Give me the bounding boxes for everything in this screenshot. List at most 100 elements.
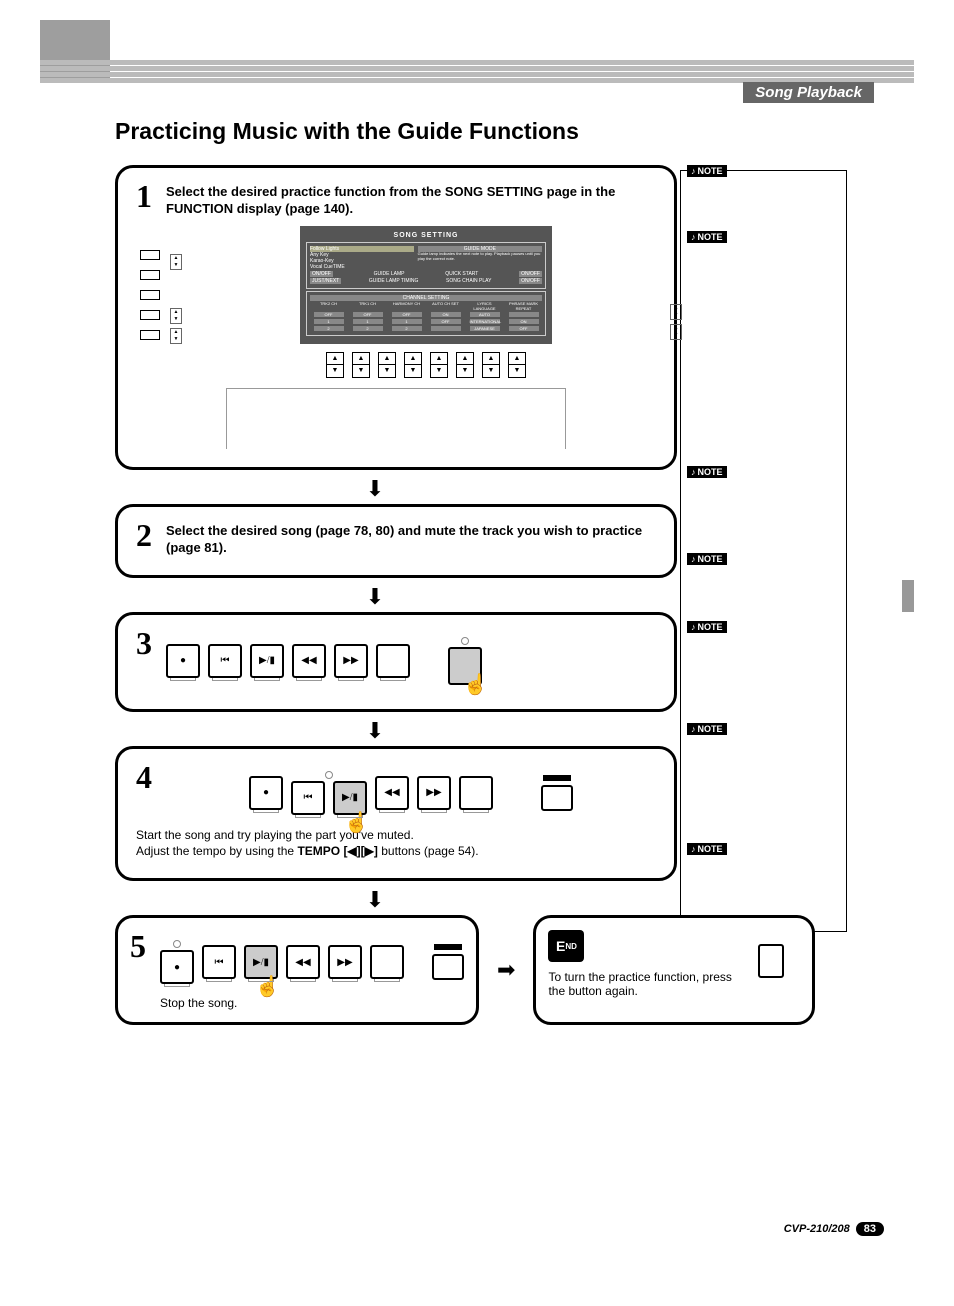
header-bands (40, 60, 914, 84)
rew-button: ◀◀ (292, 644, 326, 678)
blank-button (376, 644, 410, 678)
channel-row: 1 1 1 OFF INTERNATIONAL ON (310, 318, 542, 325)
top-button: ⏮ (291, 781, 325, 815)
channel-headers: TRK2 CH TRK1 CH HARMONY CH AUTO CH SET L… (310, 301, 542, 311)
up-down-button: ▲▼ (404, 352, 422, 378)
up-down-arrow-icon: ▲▼ (170, 254, 182, 270)
transport-area: ● ⏮ ▶/▮ ◀◀ ▶▶ (166, 644, 410, 678)
ff-button: ▶▶ (328, 945, 362, 979)
up-down-button: ▲▼ (378, 352, 396, 378)
up-down-button: ▲▼ (430, 352, 448, 378)
up-down-arrow-icon: ▲▼ (170, 308, 182, 324)
top-button: ⏮ (202, 945, 236, 979)
indicator-led-icon (461, 637, 469, 645)
guide-indicator (541, 775, 573, 811)
guide-button: ☝ (448, 647, 482, 685)
lcd-label: GUIDE LAMP (374, 271, 405, 277)
up-down-button: ▲▼ (456, 352, 474, 378)
up-down-button: ▲▼ (482, 352, 500, 378)
step-number: 3 (136, 627, 166, 659)
up-down-button: ▲▼ (326, 352, 344, 378)
lcd-arrow-buttons-right: ▲▼ ▲▼ (670, 254, 682, 340)
ff-button: ▶▶ (417, 776, 451, 810)
lcd-just-next: JUST/NEXT (310, 278, 341, 284)
guide-button-area (758, 940, 784, 978)
step-5-box: 5 ● ⏮ ▶/▮ ☝ ◀◀ ▶▶ (115, 915, 479, 1025)
step-instruction: Select the desired practice function fro… (166, 184, 656, 218)
play-pause-button: ▶/▮ ☝ (244, 945, 278, 979)
step-number: 1 (136, 180, 166, 212)
chapter-title: Song Playback (743, 82, 874, 103)
page-number: 83 (856, 1222, 884, 1236)
play-pause-button: ▶/▮ ☝ (333, 781, 367, 815)
up-down-button: ▲▼ (508, 352, 526, 378)
side-thumb-tab (902, 580, 914, 612)
up-down-arrow-icon: ▲▼ (670, 324, 682, 340)
play-pause-button: ▶/▮ (250, 644, 284, 678)
up-down-button: ▲▼ (352, 352, 370, 378)
hand-pointer-icon: ☝ (344, 810, 369, 835)
ff-button: ▶▶ (334, 644, 368, 678)
step-description: Start the song and try playing the part … (136, 827, 656, 861)
lcd-description: Guide lamp indicates the next note to pl… (418, 252, 542, 262)
lcd-option: Vocal CueTIME (310, 264, 414, 270)
arrow-down-icon: ⬇ (115, 720, 635, 742)
lcd-label: GUIDE LAMP TIMING (369, 278, 419, 284)
channel-row: OFF OFF OFF ON AUTO (310, 311, 542, 318)
step-4-box: 4 ● ⏮ ▶/▮ ☝ ◀◀ ▶▶ (115, 746, 677, 882)
footer: CVP-210/208 83 (784, 1222, 884, 1236)
step-caption: Stop the song. (160, 996, 464, 1010)
indicator-led-icon (325, 771, 333, 779)
arrow-down-icon: ⬇ (115, 889, 635, 911)
lcd-side-button (140, 310, 160, 320)
step-number: 5 (130, 930, 160, 962)
step-5-row: 5 ● ⏮ ▶/▮ ☝ ◀◀ ▶▶ (115, 915, 815, 1025)
button-row: ▲▼ ▲▼ ▲▼ ▲▼ ▲▼ ▲▼ ▲▼ ▲▼ (196, 352, 656, 378)
lcd-label: QUICK START (445, 271, 478, 277)
lcd-side-button (140, 330, 160, 340)
step-number: 4 (136, 761, 166, 793)
lcd-on-off: ON/OFF (519, 271, 542, 277)
lcd-on-off: ON/OFF (519, 278, 542, 284)
lcd-title: SONG SETTING (306, 232, 546, 239)
content-area: 1 Select the desired practice function f… (115, 165, 815, 1025)
channel-row: 2 2 2 JAPANESE OFF (310, 325, 542, 332)
lcd-side-button (140, 270, 160, 280)
up-down-arrow-icon: ▲▼ (170, 328, 182, 344)
end-icon: END (548, 930, 584, 962)
end-text: To turn the practice function, press the… (548, 970, 748, 998)
connector-line (226, 388, 566, 449)
lcd-screen: SONG SETTING Follow Lights Any Key Karao… (300, 226, 552, 344)
guide-button-area: ☝ (448, 637, 482, 685)
blank-button (370, 945, 404, 979)
step-number: 2 (136, 519, 166, 551)
top-button: ⏮ (208, 644, 242, 678)
step-1-box: 1 Select the desired practice function f… (115, 165, 677, 470)
step-2-box: 2 Select the desired song (page 78, 80) … (115, 504, 677, 578)
lcd-arrow-buttons-left: ▲▼ ▲▼ ▲▼ (170, 254, 182, 344)
lcd-on-off: ON/OFF (310, 271, 333, 277)
up-down-arrow-icon: ▲▼ (670, 304, 682, 320)
arrow-right-icon: ➡ (497, 957, 515, 983)
step-3-box: 3 ● ⏮ ▶/▮ ◀◀ ▶▶ ☝ (115, 612, 677, 712)
rew-button: ◀◀ (286, 945, 320, 979)
rec-button: ● (160, 950, 194, 984)
guide-indicator (432, 944, 464, 980)
page-title: Practicing Music with the Guide Function… (115, 118, 579, 145)
hand-pointer-icon: ☝ (255, 974, 280, 999)
lcd-side-button (140, 250, 160, 260)
indicator-led-icon (173, 940, 181, 948)
model-label: CVP-210/208 (784, 1223, 850, 1235)
end-box: END To turn the practice function, press… (533, 915, 815, 1025)
step-instruction: Select the desired song (page 78, 80) an… (166, 523, 656, 557)
arrow-down-icon: ⬇ (115, 586, 635, 608)
lcd-label: SONG CHAIN PLAY (446, 278, 491, 284)
lcd-side-button (140, 290, 160, 300)
lcd-side-buttons-outer (140, 250, 160, 340)
arrow-down-icon: ⬇ (115, 478, 635, 500)
rec-button: ● (249, 776, 283, 810)
blank-button (459, 776, 493, 810)
hand-pointer-icon: ☝ (463, 672, 488, 697)
rew-button: ◀◀ (375, 776, 409, 810)
rec-button: ● (166, 644, 200, 678)
